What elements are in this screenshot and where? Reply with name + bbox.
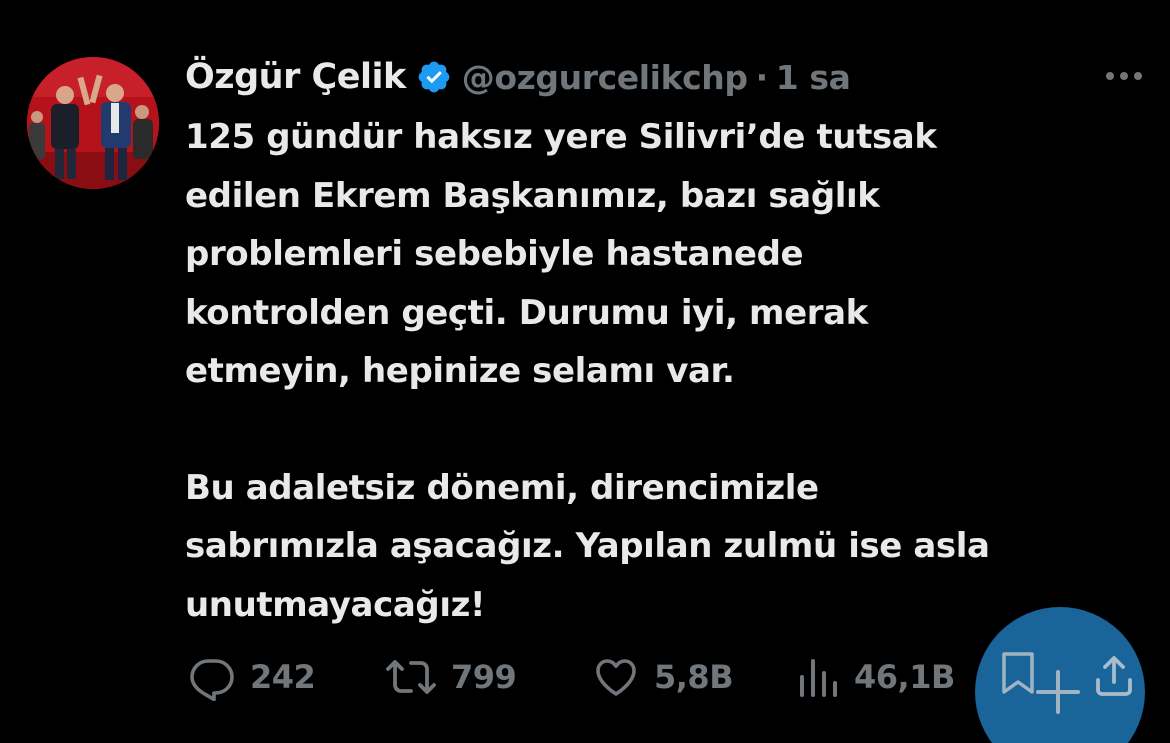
tweet-line: edilen Ekrem Başkanımız, bazı sağlık — [185, 175, 880, 216]
more-dot — [1134, 72, 1142, 80]
tweet-paragraph-2: Bu adaletsiz dönemi, direncimizle sabrım… — [185, 459, 1145, 635]
views-chart-icon — [800, 659, 837, 697]
reply-count: 242 — [250, 658, 316, 696]
verified-badge-icon — [416, 59, 452, 95]
author-handle[interactable]: @ozgurcelikchp — [462, 58, 748, 97]
tweet-line: etmeyin, hepinize selamı var. — [185, 351, 735, 391]
like-button[interactable]: 5,8B — [592, 652, 734, 702]
tweet-line: 125 gündür haksız yere Silivri’de tutsak — [185, 117, 937, 157]
tweet-line: kontrolden geçti. Durumu iyi, merak — [185, 292, 868, 333]
tweet-text: 125 gündür haksız yere Silivri’de tutsak… — [185, 108, 1145, 634]
share-icon[interactable] — [1090, 652, 1138, 700]
retweet-icon — [386, 660, 436, 694]
tweet-card[interactable]: Özgür Çelik @ozgurcelikchp · 1 sa 125 gü… — [0, 0, 1170, 743]
more-options-icon[interactable] — [1100, 62, 1148, 90]
retweet-button[interactable]: 799 — [385, 652, 517, 702]
tweet-line: unutmayacağız! — [185, 584, 486, 625]
like-count: 5,8B — [654, 658, 734, 696]
avatar-image — [27, 57, 159, 189]
more-dot — [1120, 72, 1128, 80]
header-separator: · — [755, 57, 769, 97]
tweet-line: Bu adaletsiz dönemi, direncimizle — [185, 467, 819, 508]
reply-button[interactable]: 242 — [188, 652, 316, 702]
compose-plus-icon — [1036, 670, 1080, 714]
tweet-line: problemleri sebebiyle hastanede — [185, 234, 804, 274]
retweet-count: 799 — [451, 658, 517, 696]
reply-icon — [190, 659, 234, 701]
more-dot — [1106, 72, 1114, 80]
author-display-name[interactable]: Özgür Çelik — [185, 57, 406, 97]
tweet-header: Özgür Çelik @ozgurcelikchp · 1 sa — [185, 54, 851, 100]
heart-icon — [596, 659, 636, 696]
views-count: 46,1B — [854, 658, 955, 696]
tweet-paragraph-1: 125 gündür haksız yere Silivri’de tutsak… — [185, 108, 1145, 401]
tweet-timestamp[interactable]: 1 sa — [776, 58, 851, 97]
views-button[interactable]: 46,1B — [796, 652, 955, 702]
avatar[interactable] — [27, 57, 159, 189]
tweet-line: sabrımızla aşacağız. Yapılan zulmü ise a… — [185, 526, 990, 566]
bookmark-icon[interactable] — [1000, 650, 1090, 720]
